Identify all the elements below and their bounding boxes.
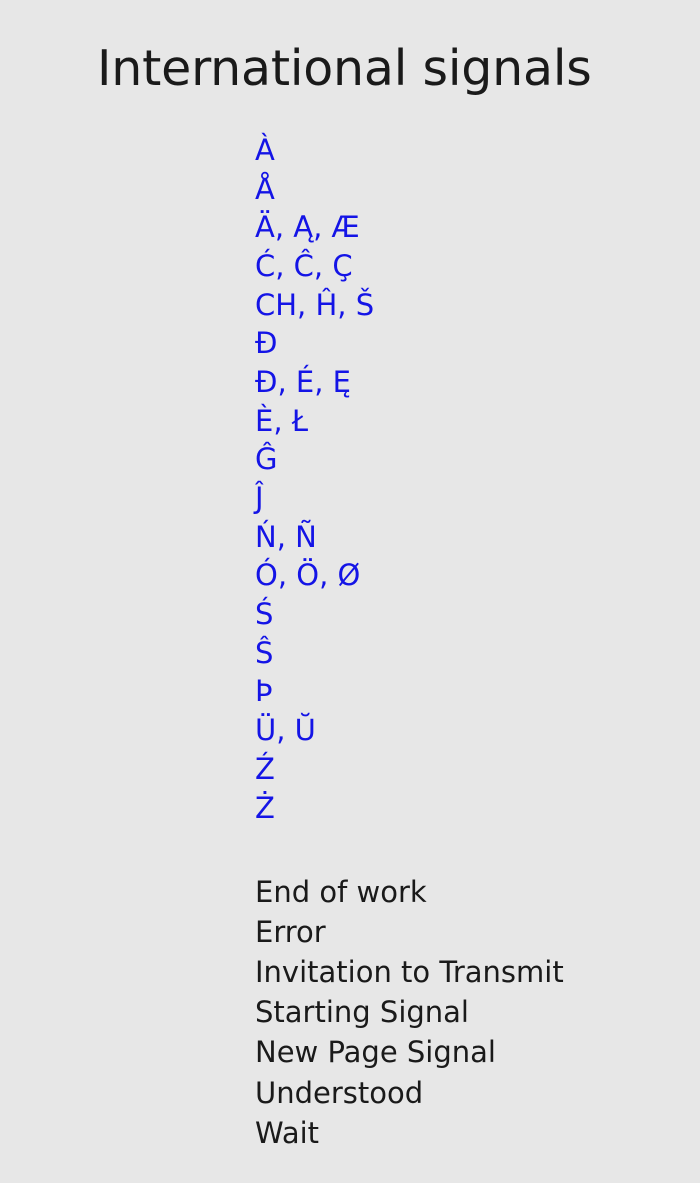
morse-code <box>191 170 216 209</box>
morse-row: CH, Ĥ, Š <box>0 286 700 325</box>
morse-row: Ä, Ą, Æ <box>0 208 700 247</box>
morse-code <box>196 479 216 518</box>
morse-row-label: Starting Signal <box>255 995 469 1030</box>
morse-code <box>196 402 216 441</box>
morse-code <box>196 518 216 557</box>
morse-row: Ń, Ñ <box>0 518 700 557</box>
morse-row-label: À <box>255 132 275 167</box>
page-title: International signals <box>97 40 592 97</box>
morse-row: Ĵ <box>0 479 700 518</box>
morse-row-label: Ä, Ą, Æ <box>255 210 360 245</box>
morse-code <box>191 872 216 912</box>
morse-row-label: È, Ł <box>255 403 309 438</box>
morse-row: À <box>0 131 700 170</box>
morse-code <box>181 912 216 952</box>
morse-row: Invitation to Transmit <box>0 952 700 992</box>
morse-row-label: Ĵ <box>255 481 264 516</box>
morse-row-label: Error <box>255 914 326 949</box>
morse-code <box>196 1033 216 1073</box>
morse-code <box>196 634 216 673</box>
morse-row-label: New Page Signal <box>255 1035 496 1070</box>
morse-row: Error <box>0 912 700 952</box>
morse-row-label: Ć, Ĉ, Ç <box>255 248 353 283</box>
morse-row-label: Wait <box>255 1115 320 1150</box>
morse-row: Ś <box>0 595 700 634</box>
morse-row: Starting Signal <box>0 993 700 1033</box>
morse-code <box>201 208 216 247</box>
morse-code <box>191 750 216 789</box>
morse-code <box>196 789 216 828</box>
morse-code <box>201 557 216 596</box>
morse-row: New Page Signal <box>0 1033 700 1073</box>
morse-row-label: Invitation to Transmit <box>255 954 564 989</box>
morse-row: Ĝ <box>0 441 700 480</box>
morse-row: Þ <box>0 673 700 712</box>
morse-row: Å <box>0 170 700 209</box>
morse-row-label: Å <box>255 171 275 206</box>
morse-code <box>196 324 216 363</box>
morse-row: Đ <box>0 324 700 363</box>
morse-row-label: CH, Ĥ, Š <box>255 287 375 322</box>
morse-row-label: Đ <box>255 326 278 361</box>
morse-code <box>196 1073 216 1113</box>
morse-row-label: Ń, Ñ <box>255 519 317 554</box>
morse-code <box>201 286 216 325</box>
morse-row-label: Ź <box>255 751 275 786</box>
morse-row-label: Ż <box>255 790 275 825</box>
morse-code <box>201 711 216 750</box>
morse-row-label: Ĝ <box>255 442 278 477</box>
morse-row-label: Ð, É, Ę <box>255 364 351 399</box>
morse-code <box>196 363 216 402</box>
morse-row: Wait <box>0 1113 700 1153</box>
morse-row: Ć, Ĉ, Ç <box>0 247 700 286</box>
morse-row: Understood <box>0 1073 700 1113</box>
international-letters-list: À Å Ä, Ą, Æ Ć, Ĉ, Ç CH, Ĥ, Š Đ Ð, É, Ę È, Ł Ĝ Ĵ Ń,… <box>0 131 700 827</box>
morse-code <box>196 1113 216 1153</box>
morse-code <box>196 673 216 712</box>
morse-row-label: Þ <box>255 674 273 709</box>
morse-row: Ź <box>0 750 700 789</box>
morse-row-label: Ü, Ŭ <box>255 713 316 748</box>
morse-row-label: End of work <box>255 874 427 909</box>
morse-code <box>191 131 216 170</box>
morse-code <box>196 441 216 480</box>
morse-code <box>196 993 216 1033</box>
morse-row-label: Ó, Ö, Ø <box>255 558 361 593</box>
morse-row: Ð, É, Ę <box>0 363 700 402</box>
morse-row: Ŝ <box>0 634 700 673</box>
morse-row-label: Ś <box>255 597 274 632</box>
morse-code <box>186 595 216 634</box>
morse-row: È, Ł <box>0 402 700 441</box>
procedural-signals-list: End of work Error Invitation to Transmit St… <box>0 872 700 1153</box>
morse-code <box>196 247 216 286</box>
morse-row: Ó, Ö, Ø <box>0 557 700 596</box>
morse-row: Ü, Ŭ <box>0 711 700 750</box>
morse-chart-page: International signals À Å Ä, Ą, Æ Ć, Ĉ, Ç CH… <box>0 0 700 1183</box>
morse-code <box>206 952 216 992</box>
morse-row-label: Ŝ <box>255 635 274 670</box>
morse-row: End of work <box>0 872 700 912</box>
morse-row: Ż <box>0 789 700 828</box>
morse-row-label: Understood <box>255 1075 424 1110</box>
